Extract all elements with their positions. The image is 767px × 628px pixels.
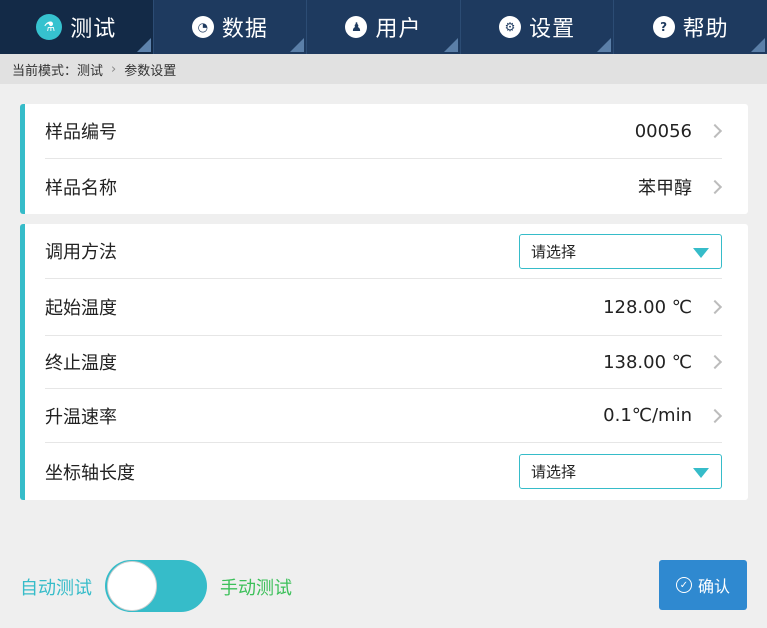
breadcrumb-current: 参数设置 <box>124 63 177 79</box>
end-temp-row[interactable]: 终止温度 138.00 ℃ <box>45 336 723 389</box>
sample-name-label: 样品名称 <box>45 177 117 199</box>
axis-length-select[interactable]: 请选择 <box>519 454 722 489</box>
params-card: 调用方法 请选择 起始温度 128.00 ℃ 终止温度 138.00 ℃ 升温速… <box>20 224 748 500</box>
chevron-right-icon: › <box>111 61 117 77</box>
sample-name-row[interactable]: 样品名称 苯甲醇 <box>45 159 723 214</box>
tab-settings-label: 设置 <box>529 17 576 42</box>
auto-test-label: 自动测试 <box>20 578 92 599</box>
end-temp-value: 138.00 ℃ <box>603 351 692 373</box>
tab-help[interactable]: ? 帮助 <box>614 0 767 54</box>
sample-number-label: 样品编号 <box>45 122 117 143</box>
sample-number-value: 00056 <box>634 120 692 142</box>
axis-length-row: 坐标轴长度 请选择 <box>45 443 722 500</box>
sample-number-row[interactable]: 样品编号 00056 <box>45 104 723 159</box>
gear-icon: ⚙ <box>499 16 522 38</box>
tab-data-label: 数据 <box>221 17 268 42</box>
top-nav: ⚗ 测试 ◔ 数据 ♟ 用户 ⚙ 设置 ? 帮助 <box>0 0 767 54</box>
start-temp-value: 128.00 ℃ <box>603 296 692 318</box>
test-mode-toggle[interactable] <box>105 560 207 612</box>
tab-test[interactable]: ⚗ 测试 <box>0 0 154 54</box>
help-icon: ? <box>652 16 675 38</box>
tab-corner-marker <box>136 38 151 52</box>
tab-test-label: 测试 <box>70 17 117 42</box>
user-icon: ♟ <box>345 16 368 38</box>
end-temp-label: 终止温度 <box>45 353 117 374</box>
breadcrumb-mode[interactable]: 当前模式：测试 <box>12 60 103 79</box>
method-select-value: 请选择 <box>531 243 577 261</box>
confirm-button[interactable]: ✓ 确认 <box>659 560 747 610</box>
tab-corner-marker <box>290 38 305 52</box>
tab-help-label: 帮助 <box>682 17 729 42</box>
dropdown-arrow-icon <box>693 468 709 478</box>
heating-rate-value: 0.1℃/min <box>603 405 692 426</box>
chevron-right-icon <box>707 354 723 370</box>
heating-rate-row[interactable]: 升温速率 0.1℃/min <box>45 389 723 443</box>
manual-test-label: 手动测试 <box>220 578 292 599</box>
tab-user[interactable]: ♟ 用户 <box>307 0 461 54</box>
pie-chart-icon: ◔ <box>191 16 214 38</box>
breadcrumb: 当前模式：测试 › 参数设置 <box>0 54 767 84</box>
check-circle-icon: ✓ <box>675 577 692 593</box>
start-temp-row[interactable]: 起始温度 128.00 ℃ <box>45 279 723 336</box>
chevron-right-icon <box>707 123 723 139</box>
method-select[interactable]: 请选择 <box>519 234 722 269</box>
tab-user-label: 用户 <box>375 17 422 42</box>
confirm-button-label: 确认 <box>697 577 730 596</box>
toggle-knob[interactable] <box>107 561 157 611</box>
tab-data[interactable]: ◔ 数据 <box>154 0 308 54</box>
dropdown-arrow-icon <box>693 248 709 258</box>
axis-length-select-value: 请选择 <box>531 463 577 481</box>
chevron-right-icon <box>707 408 723 423</box>
sample-card: 样品编号 00056 样品名称 苯甲醇 <box>20 104 748 214</box>
chevron-right-icon <box>707 299 723 315</box>
tab-corner-marker <box>597 38 612 52</box>
sample-name-value: 苯甲醇 <box>638 177 692 199</box>
tab-corner-marker <box>750 38 765 52</box>
heating-rate-label: 升温速率 <box>45 406 117 428</box>
flask-icon: ⚗ <box>36 14 63 40</box>
tab-corner-marker <box>443 38 458 52</box>
start-temp-label: 起始温度 <box>45 298 117 319</box>
tab-settings[interactable]: ⚙ 设置 <box>461 0 615 54</box>
chevron-right-icon <box>707 179 723 194</box>
method-row: 调用方法 请选择 <box>45 224 722 279</box>
